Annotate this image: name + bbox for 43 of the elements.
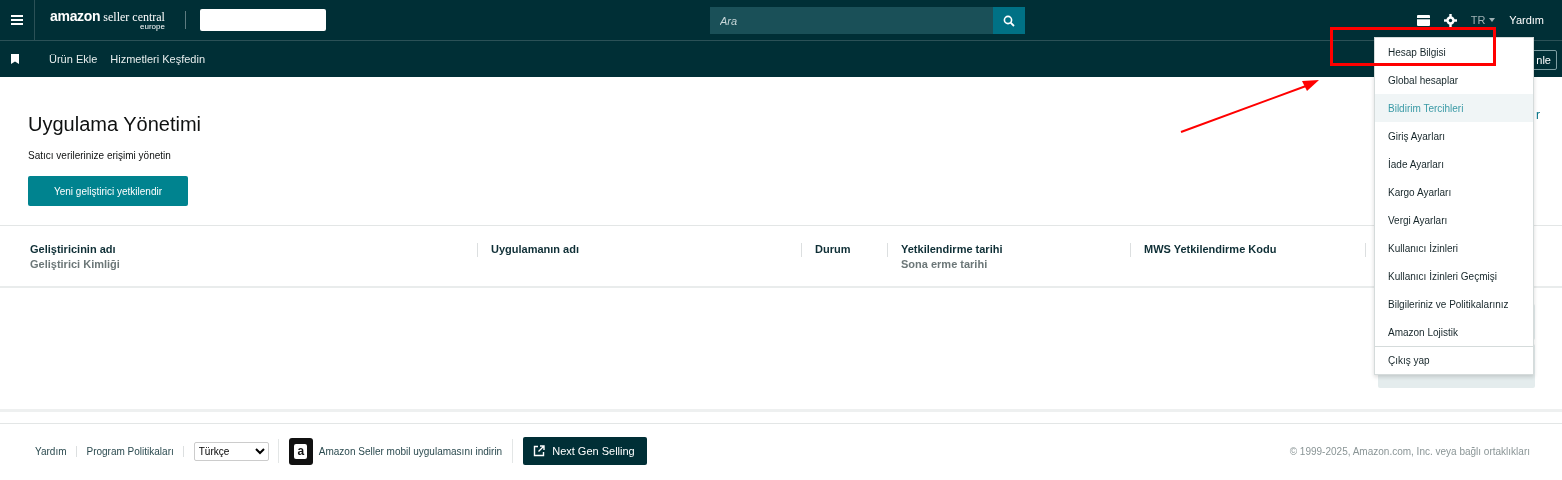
menu-item[interactable]: Çıkış yap — [1375, 346, 1533, 374]
copyright: © 1999-2025, Amazon.com, Inc. veya bağlı ortaklıkları — [1289, 445, 1530, 457]
menu-item[interactable]: İade Ayarları — [1375, 150, 1533, 178]
language-selector[interactable]: TR — [1470, 14, 1496, 26]
nav-link[interactable]: Hizmetleri Keşfedin — [110, 53, 206, 65]
language-select[interactable]: Türkçe — [193, 441, 269, 461]
text-field[interactable] — [199, 9, 326, 31]
logo[interactable]: amazon seller central europe — [50, 9, 165, 31]
search-button[interactable] — [993, 7, 1025, 34]
menu-item[interactable]: Kullanıcı İzinleri Geçmişi — [1375, 262, 1533, 290]
link[interactable]: r — [1536, 108, 1540, 122]
bookmark-icon[interactable] — [11, 54, 19, 64]
column-subheader: Geliştirici Kimliği — [30, 258, 121, 270]
authorize-button[interactable]: Yeni geliştirici yetkilendir — [28, 176, 188, 206]
app-icon[interactable]: a — [288, 437, 313, 465]
column-header: Uygulamanın adı — [491, 243, 581, 255]
external-link-icon — [533, 445, 546, 457]
menu-item[interactable]: Bilgileriniz ve Politikalarınız — [1375, 290, 1533, 318]
menu-item[interactable]: Amazon Lojistik — [1375, 318, 1533, 346]
page-subtitle: Satıcı verilerinize erişimi yönetin — [28, 150, 172, 161]
menu-item[interactable]: Giriş Ayarları — [1375, 122, 1533, 150]
caret-icon — [1489, 18, 1496, 22]
next-gen-button[interactable]: Next Gen Selling — [523, 437, 647, 465]
column-header: Durum — [815, 243, 852, 255]
column-header: Geliştiricinin adı — [30, 243, 117, 255]
app-download-link[interactable]: Amazon Seller mobil uygulamasını indirin — [318, 445, 503, 457]
inbox-icon[interactable] — [1416, 14, 1430, 26]
menu-item[interactable]: Kullanıcı İzinleri — [1375, 234, 1533, 262]
column-header: MWS Yetkilendirme Kodu — [1144, 243, 1278, 255]
menu-icon[interactable] — [11, 15, 23, 25]
menu-item[interactable]: Global hesaplar — [1375, 66, 1533, 94]
page-title: Uygulama Yönetimi — [28, 113, 203, 136]
footer-link[interactable]: Yardım — [35, 445, 77, 457]
help-link[interactable]: Yardım — [1509, 14, 1544, 26]
menu-item[interactable]: Kargo Ayarları — [1375, 178, 1533, 206]
footer-link[interactable]: Program Politikaları — [86, 445, 184, 457]
search-field[interactable]: Ara — [710, 7, 993, 34]
nav-link[interactable]: Ürün Ekle — [49, 53, 98, 65]
column-subheader: Sona erme tarihi — [901, 258, 989, 270]
search-icon — [1003, 14, 1015, 27]
settings-icon[interactable] — [1443, 13, 1457, 27]
menu-item[interactable]: Vergi Ayarları — [1375, 206, 1533, 234]
column-header: Yetkilendirme tarihi — [901, 243, 1004, 255]
